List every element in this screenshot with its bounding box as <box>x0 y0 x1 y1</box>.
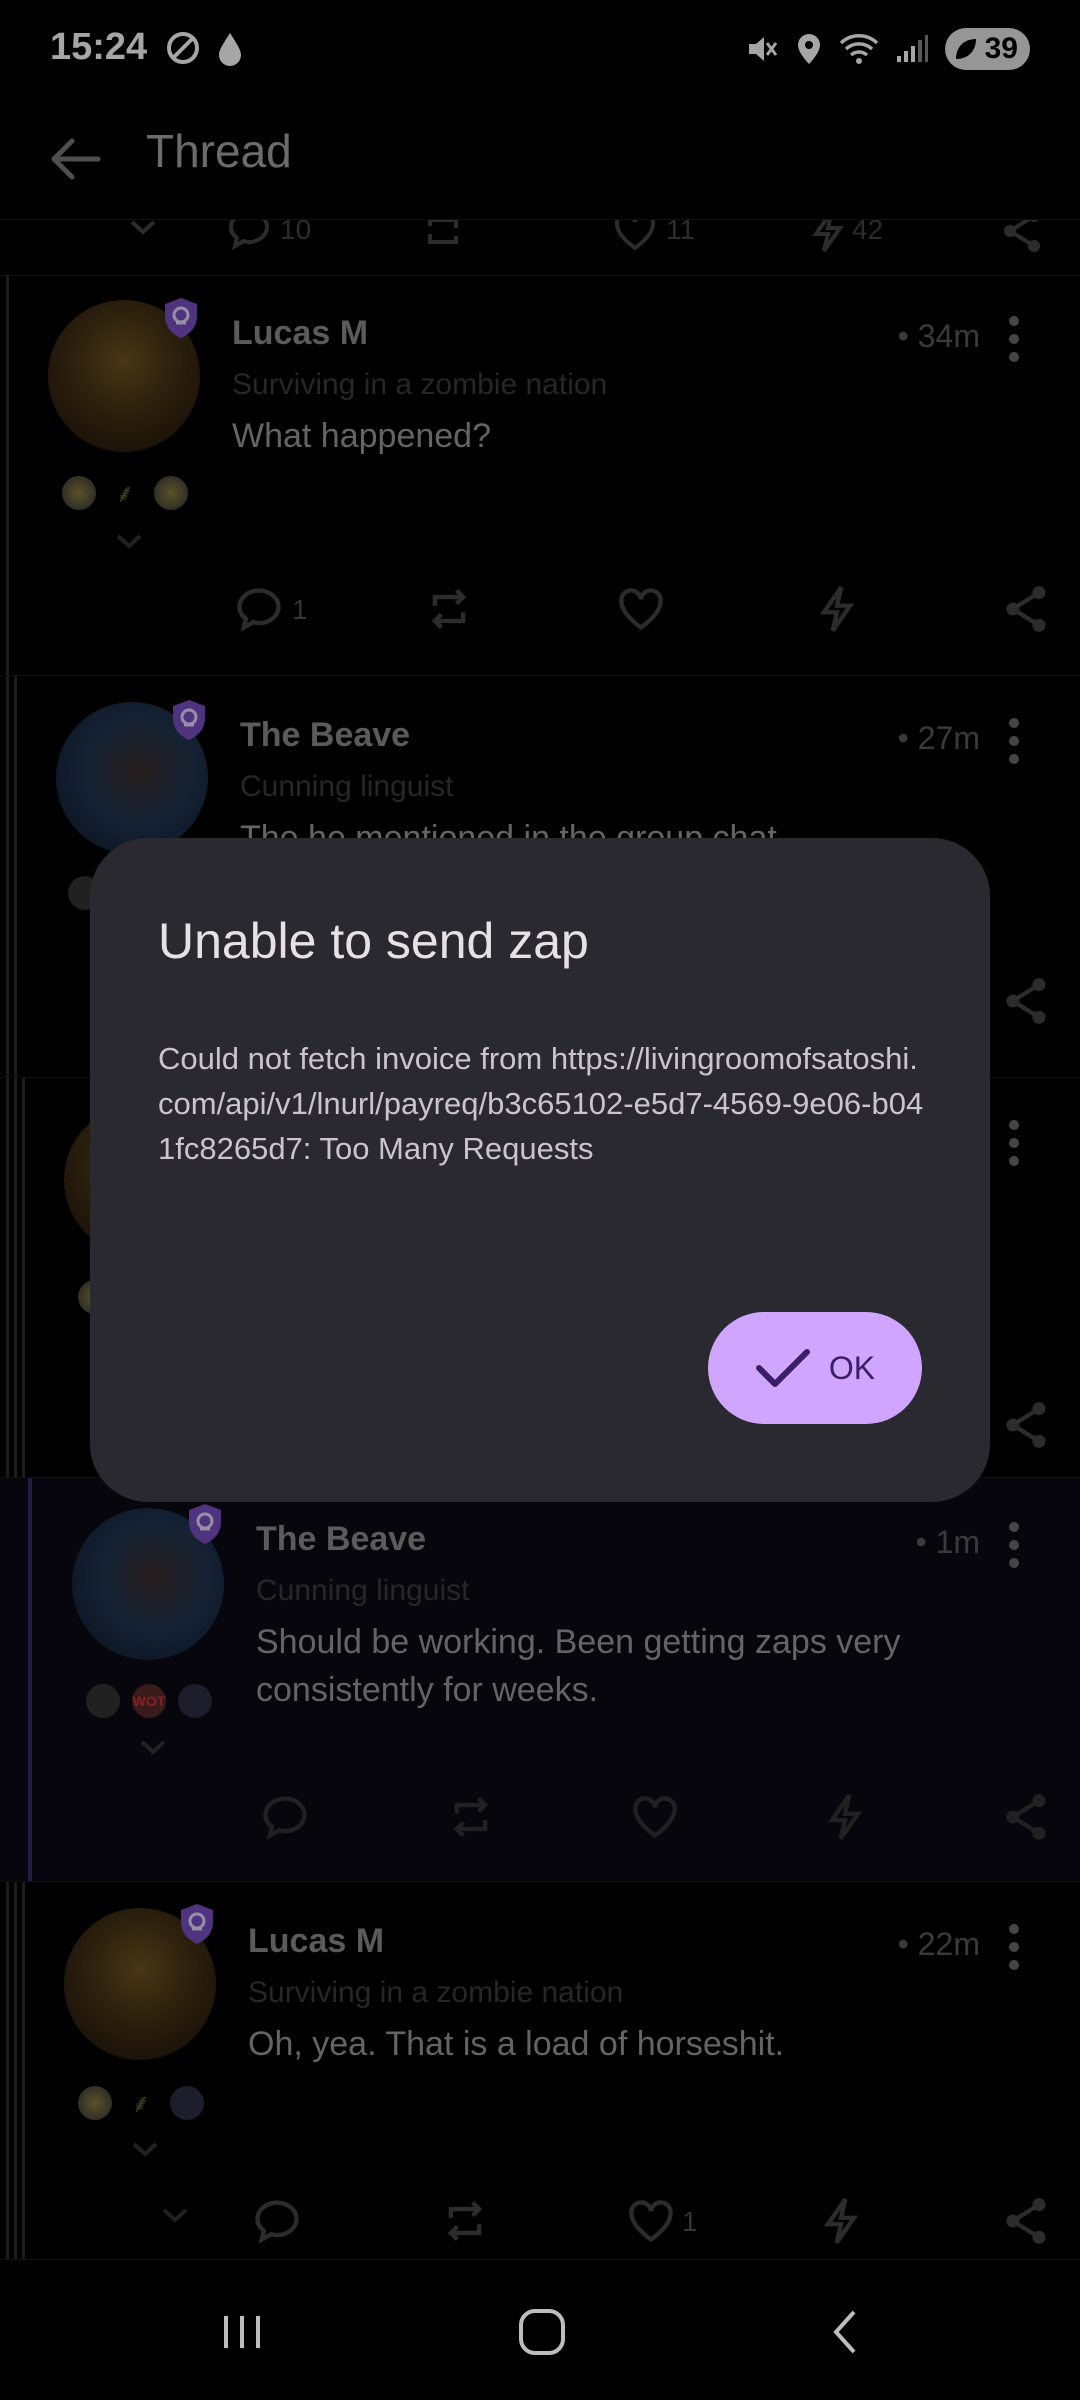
check-icon <box>755 1349 810 1387</box>
error-dialog: Unable to send zap Could not fetch invoi… <box>90 838 990 1502</box>
home-icon[interactable] <box>512 2302 572 2362</box>
system-navigation-bar <box>0 2262 1080 2400</box>
dialog-message: Could not fetch invoice from https://liv… <box>158 1041 924 1166</box>
recent-apps-icon[interactable] <box>212 2302 272 2362</box>
ok-button[interactable]: OK <box>708 1312 922 1424</box>
back-icon[interactable] <box>816 2302 876 2362</box>
dialog-title: Unable to send zap <box>158 913 589 969</box>
ok-button-label: OK <box>828 1349 876 1386</box>
